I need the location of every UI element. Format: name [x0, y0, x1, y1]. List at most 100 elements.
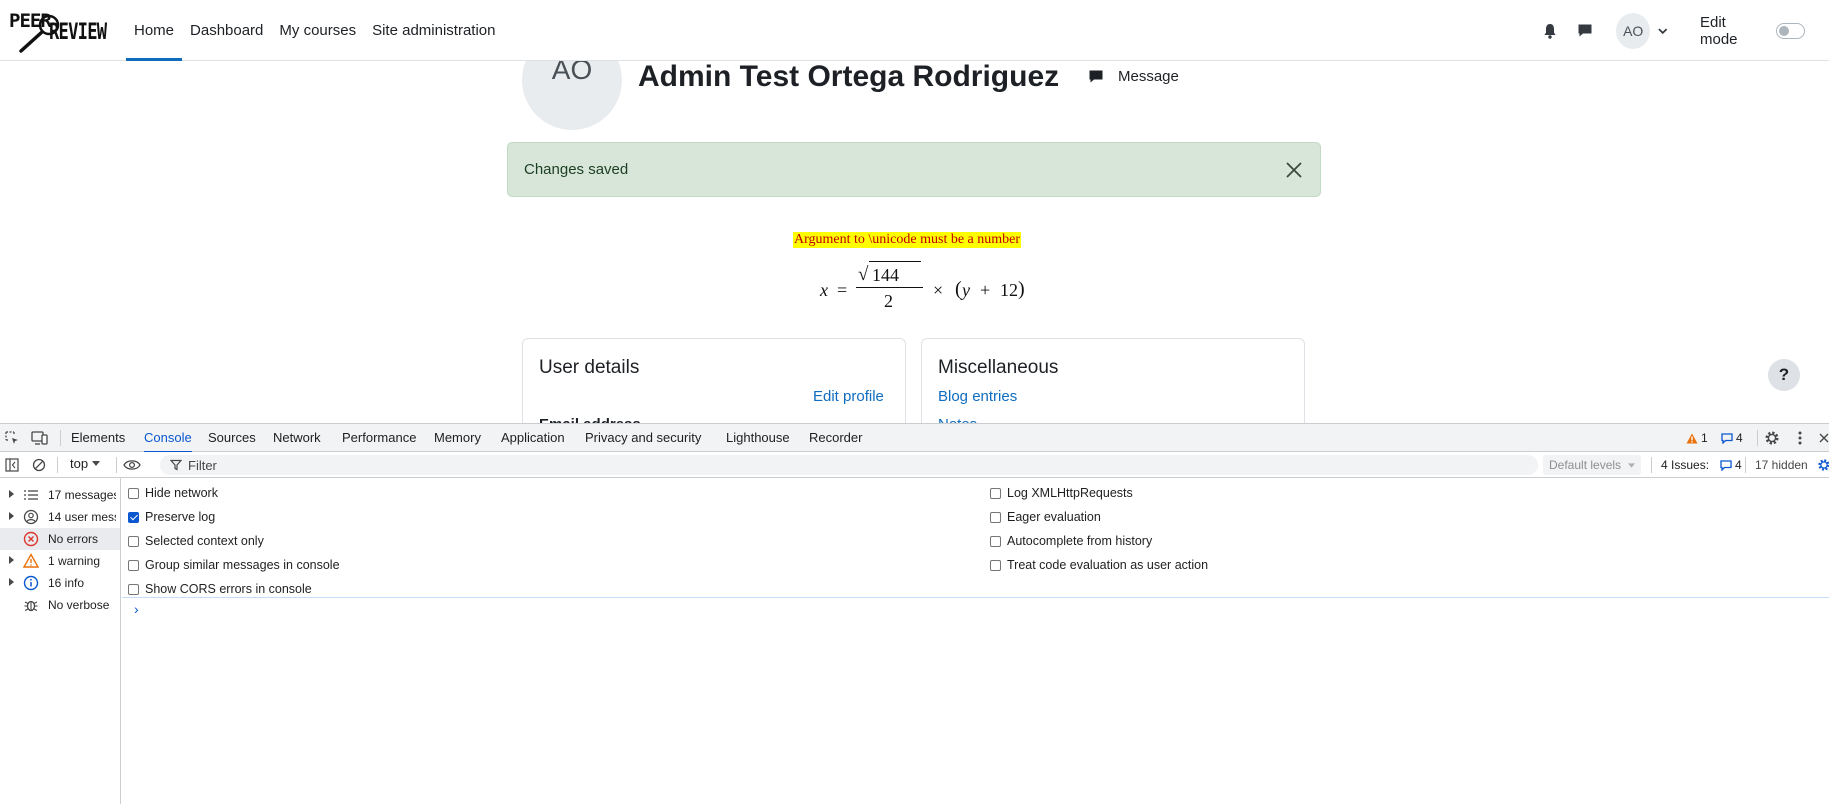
hide-network-label: Hide network — [145, 486, 218, 500]
selected-context-checkbox[interactable] — [128, 535, 139, 547]
formula-lhs: x — [820, 280, 828, 300]
formula-equals: = — [837, 280, 848, 300]
user-action-label: Treat code evaluation as user action — [1007, 558, 1209, 572]
log-xhr-label: Log XMLHttpRequests — [1007, 486, 1133, 500]
formula-denominator: 2 — [884, 291, 893, 311]
autocomplete-history-option[interactable]: Autocomplete from history — [990, 532, 1152, 550]
toggle-sidebar-button[interactable] — [3, 456, 21, 474]
eager-evaluation-option[interactable]: Eager evaluation — [990, 508, 1101, 526]
sidebar-label: 1 warning — [48, 554, 101, 568]
tab-lighthouse[interactable]: Lighthouse — [726, 424, 790, 452]
warning-icon — [1686, 433, 1698, 443]
issues-label[interactable]: 4 Issues: — [1661, 452, 1709, 478]
hide-network-checkbox[interactable] — [128, 487, 139, 499]
tab-memory[interactable]: Memory — [434, 424, 481, 452]
settings-button[interactable] — [1763, 429, 1781, 447]
inspect-element-button[interactable] — [3, 429, 21, 447]
tabbar-divider — [60, 430, 61, 446]
edit-mode-switch[interactable]: Edit mode — [1700, 0, 1805, 61]
page-title: Admin Test Ortega Rodriguez — [638, 60, 1060, 93]
nav-home[interactable]: Home — [126, 0, 183, 61]
error-icon — [23, 531, 39, 547]
sidebar-label: No verbose — [48, 598, 110, 612]
user-menu[interactable]: AO — [1616, 0, 1668, 61]
chat-icon — [1578, 24, 1592, 37]
tab-recorder[interactable]: Recorder — [809, 424, 862, 452]
log-xhr-option[interactable]: Log XMLHttpRequests — [990, 484, 1133, 502]
messages-badge[interactable]: 4 — [1721, 424, 1743, 452]
show-cors-option[interactable]: Show CORS errors in console — [128, 580, 312, 598]
list-icon — [24, 490, 38, 500]
log-levels-dropdown[interactable]: Default levels — [1543, 455, 1642, 475]
tabbar-divider — [1757, 430, 1758, 446]
console-toolbar: top Filter Default levels 4 Issues: 4 17… — [0, 452, 1829, 478]
group-similar-checkbox[interactable] — [128, 559, 139, 571]
tab-sources[interactable]: Sources — [208, 424, 256, 452]
hide-network-option[interactable]: Hide network — [128, 484, 218, 502]
log-xhr-checkbox[interactable] — [990, 487, 1001, 499]
show-cors-checkbox[interactable] — [128, 583, 139, 595]
nav-dashboard[interactable]: Dashboard — [182, 0, 271, 61]
sidebar-item-messages[interactable]: 17 messages — [0, 484, 120, 506]
formula-twelve: 12 — [1000, 280, 1018, 300]
help-button[interactable]: ? — [1768, 359, 1800, 391]
live-expression-button[interactable] — [123, 456, 141, 474]
nav-my-courses[interactable]: My courses — [271, 0, 364, 61]
success-alert: Changes saved — [507, 142, 1321, 197]
console-settings-button[interactable] — [1815, 456, 1829, 474]
notifications-button[interactable] — [1540, 0, 1560, 61]
nav-site-administration[interactable]: Site administration — [364, 0, 503, 61]
messages-button[interactable] — [1574, 0, 1596, 61]
formula-plus: + — [980, 280, 991, 300]
issues-badge[interactable]: 4 — [1720, 452, 1742, 478]
console-sidebar: 17 messages 14 user messages No errors — [0, 478, 121, 804]
sidebar-item-errors[interactable]: No errors — [0, 528, 120, 550]
more-options-button[interactable] — [1791, 429, 1809, 447]
tab-performance[interactable]: Performance — [342, 424, 416, 452]
clear-console-button[interactable] — [30, 456, 48, 474]
user-details-title: User details — [539, 357, 640, 378]
device-toolbar-button[interactable] — [31, 429, 49, 447]
edit-profile-link[interactable]: Edit profile — [813, 388, 884, 405]
selected-context-option[interactable]: Selected context only — [128, 532, 264, 550]
warnings-badge[interactable]: 1 — [1686, 424, 1708, 452]
blog-entries-link[interactable]: Blog entries — [938, 388, 1017, 405]
message-button[interactable]: Message — [1088, 68, 1179, 85]
sidebar-item-verbose[interactable]: No verbose — [0, 594, 120, 616]
preserve-log-option[interactable]: Preserve log — [128, 508, 215, 526]
close-devtools-button[interactable] — [1815, 429, 1829, 447]
tab-console[interactable]: Console — [144, 424, 192, 453]
expand-arrow-icon — [9, 512, 14, 520]
sidebar-item-warnings[interactable]: 1 warning — [0, 550, 120, 572]
filter-icon — [170, 459, 182, 471]
site-logo[interactable]: PEER REVIEW — [9, 7, 107, 57]
alert-text: Changes saved — [524, 161, 629, 178]
edit-mode-toggle[interactable] — [1775, 22, 1805, 39]
chat-icon — [1089, 70, 1103, 83]
sidebar-toggle-icon — [5, 458, 19, 472]
console-settings-pane: Hide network Preserve log Selected conte… — [122, 478, 1829, 598]
close-icon[interactable] — [1284, 160, 1304, 180]
inspect-icon — [5, 431, 18, 444]
tab-application[interactable]: Application — [501, 424, 565, 452]
preserve-log-checkbox[interactable] — [128, 511, 139, 523]
filter-input[interactable]: Filter — [160, 455, 1538, 475]
filter-placeholder: Filter — [188, 458, 217, 473]
issues-count: 4 — [1735, 458, 1742, 472]
user-action-checkbox[interactable] — [990, 559, 1001, 571]
close-icon — [1819, 433, 1829, 443]
tab-privacy-and-security[interactable]: Privacy and security — [585, 424, 701, 452]
group-similar-option[interactable]: Group similar messages in console — [128, 556, 340, 574]
autocomplete-history-checkbox[interactable] — [990, 535, 1001, 547]
gear-icon — [1818, 459, 1829, 471]
console-prompt[interactable]: › — [134, 601, 139, 617]
eager-evaluation-checkbox[interactable] — [990, 511, 1001, 523]
user-action-option[interactable]: Treat code evaluation as user action — [990, 556, 1208, 574]
context-selector[interactable]: top — [70, 456, 101, 471]
tab-network[interactable]: Network — [273, 424, 321, 452]
tab-elements[interactable]: Elements — [71, 424, 125, 452]
sidebar-item-info[interactable]: 16 info — [0, 572, 120, 594]
sidebar-item-user-messages[interactable]: 14 user messages — [0, 506, 120, 528]
formula-close-paren: ) — [1018, 278, 1025, 300]
eager-evaluation-label: Eager evaluation — [1007, 510, 1101, 524]
